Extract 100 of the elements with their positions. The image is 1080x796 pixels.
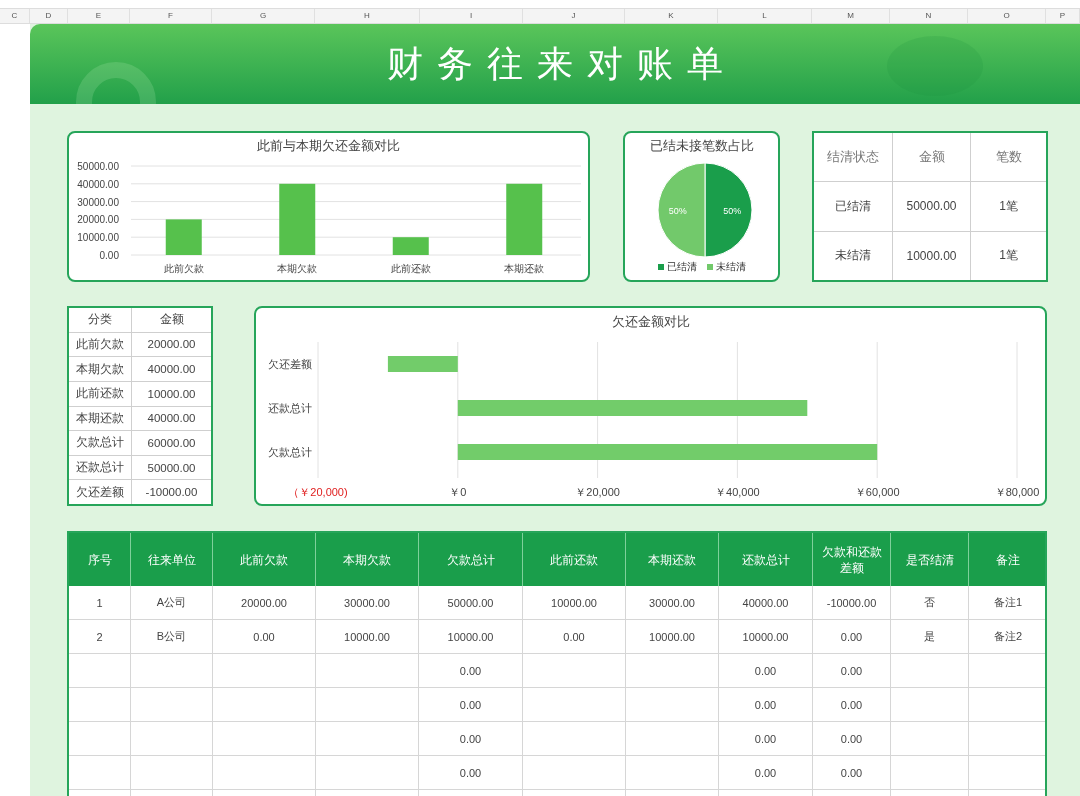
table-cell: 40000.00 bbox=[131, 357, 211, 381]
column-header[interactable]: G bbox=[212, 9, 315, 23]
table-cell: 60000.00 bbox=[131, 431, 211, 455]
column-header[interactable]: D bbox=[30, 9, 68, 23]
table-cell: 10000.00 bbox=[892, 231, 970, 280]
axis-label: 10000.00 bbox=[77, 232, 119, 244]
axis-label: 20000.00 bbox=[77, 214, 119, 226]
bar bbox=[387, 356, 458, 372]
column-header[interactable]: E bbox=[68, 9, 130, 23]
table-cell: 20000.00 bbox=[131, 332, 211, 357]
table-cell: 50000.00 bbox=[447, 596, 494, 609]
table-cell: 30000.00 bbox=[649, 596, 695, 609]
table-header: 笔数 bbox=[970, 133, 1046, 182]
axis-label: ￥60,000 bbox=[854, 486, 900, 498]
column-header[interactable]: N bbox=[890, 9, 968, 23]
table-header: 分类 bbox=[87, 312, 113, 328]
table-header: 往来单位 bbox=[131, 533, 213, 586]
table-cell-text: 此前欠款 bbox=[75, 336, 125, 352]
table-cell: 0.00 bbox=[754, 698, 777, 711]
table-header: 欠款和还款差额 bbox=[813, 533, 891, 586]
column-header[interactable]: I bbox=[420, 9, 523, 23]
table-header: 金额 bbox=[131, 308, 211, 332]
axis-label: 50000.00 bbox=[77, 161, 119, 172]
table-header: 欠款总计 bbox=[419, 533, 523, 586]
axis-label: 本期还款 bbox=[504, 263, 545, 274]
bar bbox=[279, 183, 316, 255]
table-cell-text: 还款总计 bbox=[75, 460, 125, 476]
column-header[interactable]: K bbox=[625, 9, 718, 23]
axis-label: 欠还差额 bbox=[268, 358, 312, 370]
axis-label: 本期欠款 bbox=[277, 263, 318, 274]
data-label: 50% bbox=[668, 206, 687, 216]
column-header[interactable]: C bbox=[0, 9, 30, 23]
axis-label: 欠款总计 bbox=[268, 446, 312, 458]
table-cell-text: 本期欠款 bbox=[75, 361, 125, 377]
table-cell: 是 bbox=[924, 629, 935, 644]
table-cell-text: 未结清 bbox=[834, 247, 872, 265]
table-header: 结清状态 bbox=[826, 148, 880, 167]
table-cell-text: 本期还款 bbox=[75, 410, 125, 426]
axis-label: 此前欠款 bbox=[163, 263, 204, 274]
column-header[interactable]: H bbox=[315, 9, 420, 23]
table-cell: 10000.00 bbox=[344, 630, 390, 643]
table-cell: 0.00 bbox=[459, 732, 482, 745]
column-header[interactable]: O bbox=[968, 9, 1046, 23]
column-header[interactable]: M bbox=[812, 9, 890, 23]
table-cell: 40000.00 bbox=[131, 406, 211, 431]
bar bbox=[506, 183, 543, 255]
axis-label: ￥0 bbox=[449, 486, 467, 498]
table-cell: 0.00 bbox=[459, 664, 482, 677]
axis-label: ￥80,000 bbox=[994, 486, 1040, 498]
axis-label: （￥20,000) bbox=[288, 486, 348, 498]
table-cell: 0.00 bbox=[840, 732, 863, 745]
table-cell: 0.00 bbox=[253, 630, 275, 643]
column-header[interactable]: P bbox=[1046, 9, 1080, 23]
table-cell: 20000.00 bbox=[241, 596, 287, 609]
table-cell: 2 bbox=[96, 630, 103, 643]
table-cell: -10000.00 bbox=[131, 480, 211, 504]
table-cell: 10000.00 bbox=[551, 596, 597, 609]
table-cell: 1 bbox=[96, 596, 103, 609]
column-header[interactable]: F bbox=[130, 9, 212, 23]
bar bbox=[392, 237, 429, 255]
table-cell: 50000.00 bbox=[131, 455, 211, 480]
table-cell: 1笔 bbox=[970, 182, 1046, 231]
table-cell: 备注2 bbox=[993, 629, 1023, 644]
table-cell: 备注1 bbox=[993, 595, 1023, 610]
chart-title: 已结未接笔数占比 bbox=[649, 137, 754, 155]
table-header: 金额 bbox=[892, 133, 970, 182]
column-header[interactable]: L bbox=[718, 9, 812, 23]
table-header: 此前欠款 bbox=[213, 533, 316, 586]
table-cell: 1笔 bbox=[970, 231, 1046, 280]
legend-label: 未结清 bbox=[715, 260, 746, 274]
table-cell: 10000.00 bbox=[447, 630, 494, 643]
axis-label: 此前还款 bbox=[390, 263, 431, 274]
table-cell: -10000.00 bbox=[826, 596, 877, 609]
table-cell: 0.00 bbox=[754, 732, 777, 745]
axis-label: 30000.00 bbox=[77, 196, 119, 208]
table-cell: 0.00 bbox=[840, 698, 863, 711]
table-cell: A公司 bbox=[156, 595, 187, 610]
chart-title: 欠还金额对比 bbox=[610, 313, 691, 331]
table-cell: 10000.00 bbox=[131, 381, 211, 406]
table-cell-text: 此前还款 bbox=[75, 386, 125, 402]
table-header: 是否结清 bbox=[891, 533, 969, 586]
table-cell: 0.00 bbox=[754, 664, 777, 677]
table-cell-text: 欠款总计 bbox=[75, 435, 125, 451]
column-header[interactable]: J bbox=[523, 9, 625, 23]
legend-swatch bbox=[706, 264, 713, 270]
table-cell-text: 已结清 bbox=[834, 198, 872, 215]
table-cell: 否 bbox=[924, 595, 935, 610]
table-cell: 40000.00 bbox=[742, 596, 789, 609]
table-header: 备注 bbox=[995, 551, 1021, 569]
table-cell: 10000.00 bbox=[649, 630, 695, 643]
data-label: 50% bbox=[722, 206, 741, 216]
axis-label: 0.00 bbox=[99, 250, 119, 261]
table-cell: 50000.00 bbox=[892, 182, 970, 231]
table-cell: 10000.00 bbox=[742, 630, 789, 643]
sheet-title: 财务往来对账单 bbox=[386, 41, 737, 86]
table-cell: 0.00 bbox=[459, 766, 482, 779]
table-cell: B公司 bbox=[156, 629, 187, 644]
table-header: 本期还款 bbox=[626, 533, 719, 586]
axis-label: 40000.00 bbox=[77, 178, 119, 190]
bar bbox=[165, 219, 202, 255]
